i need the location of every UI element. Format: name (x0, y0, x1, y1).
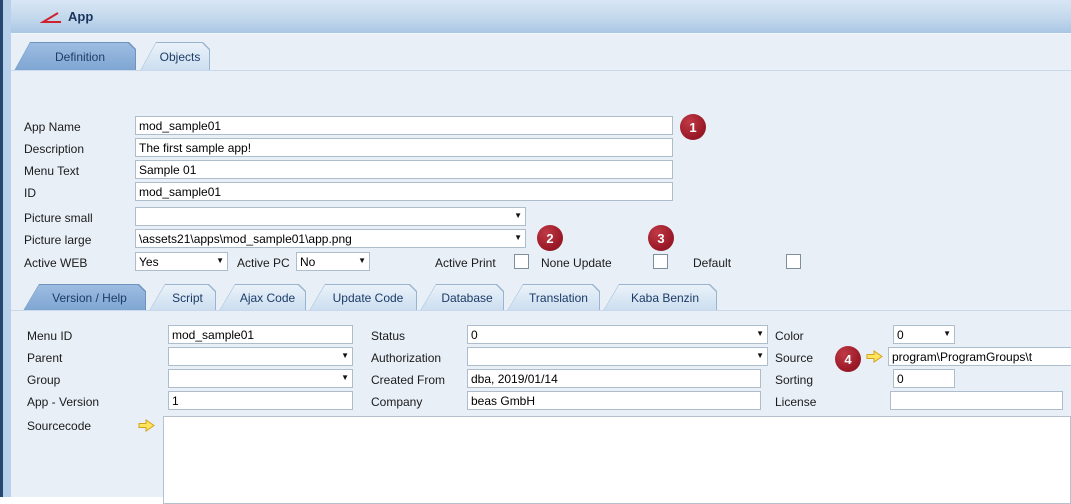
none-update-checkbox[interactable] (653, 254, 668, 269)
source-link-arrow-icon[interactable] (866, 350, 883, 363)
tab-label: Ajax Code (219, 284, 306, 311)
tab-label: Version / Help (23, 284, 146, 311)
color-label: Color (775, 329, 804, 343)
id-input[interactable]: mod_sample01 (135, 182, 673, 201)
active-pc-dropdown[interactable]: No ▼ (296, 252, 370, 271)
chevron-down-icon: ▼ (216, 257, 224, 265)
none-update-label: None Update (541, 256, 612, 270)
app-version-input[interactable]: 1 (168, 391, 353, 410)
tab-label: Kaba Benzin (603, 284, 717, 311)
window-left-border-highlight (3, 0, 11, 497)
license-label: License (775, 395, 816, 409)
status-dropdown[interactable]: 0 ▼ (467, 325, 768, 344)
active-web-value: Yes (139, 255, 159, 269)
annotation-badge-4: 4 (835, 346, 861, 372)
chevron-down-icon: ▼ (341, 374, 349, 382)
main-tab-strip: Definition Objects (14, 42, 210, 71)
tab-label: Objects (140, 42, 210, 71)
default-label: Default (693, 256, 731, 270)
active-pc-value: No (300, 255, 315, 269)
source-input[interactable]: program\ProgramGroups\t (888, 347, 1071, 366)
tab-kaba-benzin[interactable]: Kaba Benzin (603, 284, 717, 311)
tab-translation[interactable]: Translation (507, 284, 600, 311)
title-bar[interactable] (0, 0, 1071, 34)
tab-script[interactable]: Script (149, 284, 216, 311)
menu-id-input[interactable]: mod_sample01 (168, 325, 353, 344)
sourcecode-textarea[interactable] (163, 416, 1071, 504)
chevron-down-icon: ▼ (358, 257, 366, 265)
active-print-label: Active Print (435, 256, 496, 270)
source-label: Source (775, 351, 813, 365)
app-window: App Definition Objects App Name mod_samp… (0, 0, 1071, 504)
chevron-down-icon: ▼ (514, 212, 522, 220)
status-label: Status (371, 329, 405, 343)
tab-label: Update Code (309, 284, 417, 311)
picture-large-dropdown[interactable]: \assets21\apps\mod_sample01\app.png ▼ (135, 229, 526, 248)
chevron-down-icon: ▼ (514, 234, 522, 242)
chevron-down-icon: ▼ (341, 352, 349, 360)
tab-label: Definition (14, 42, 136, 71)
color-value: 0 (897, 328, 904, 342)
color-dropdown[interactable]: 0 ▼ (893, 325, 955, 344)
chevron-down-icon: ▼ (943, 330, 951, 338)
active-pc-label: Active PC (237, 256, 290, 270)
menu-text-input[interactable]: Sample 01 (135, 160, 673, 179)
tab-objects[interactable]: Objects (140, 42, 210, 71)
beas-logo-icon (40, 10, 64, 26)
description-input[interactable]: The first sample app! (135, 138, 673, 157)
tab-database[interactable]: Database (420, 284, 504, 311)
sub-tab-strip: Version / Help Script Ajax Code Update C… (23, 284, 717, 311)
sorting-label: Sorting (775, 373, 813, 387)
tab-definition[interactable]: Definition (14, 42, 136, 71)
annotation-badge-3: 3 (648, 225, 674, 251)
id-label: ID (24, 186, 36, 200)
sourcecode-link-arrow-icon[interactable] (138, 419, 155, 432)
sourcecode-label: Sourcecode (27, 419, 91, 433)
annotation-badge-2: 2 (537, 225, 563, 251)
app-name-label: App Name (24, 120, 81, 134)
parent-dropdown[interactable]: ▼ (168, 347, 353, 366)
company-label: Company (371, 395, 422, 409)
authorization-label: Authorization (371, 351, 441, 365)
menu-id-label: Menu ID (27, 329, 72, 343)
tab-label: Database (420, 284, 504, 311)
group-label: Group (27, 373, 60, 387)
picture-small-label: Picture small (24, 211, 93, 225)
window-title: App (68, 9, 93, 24)
tab-version-help[interactable]: Version / Help (23, 284, 146, 311)
default-checkbox[interactable] (786, 254, 801, 269)
tab-label: Translation (507, 284, 600, 311)
picture-large-value: \assets21\apps\mod_sample01\app.png (139, 232, 352, 246)
created-from-input[interactable]: dba, 2019/01/14 (467, 369, 761, 388)
group-dropdown[interactable]: ▼ (168, 369, 353, 388)
chevron-down-icon: ▼ (756, 330, 764, 338)
authorization-dropdown[interactable]: ▼ (467, 347, 768, 366)
license-input[interactable] (890, 391, 1063, 410)
created-from-label: Created From (371, 373, 445, 387)
picture-large-label: Picture large (24, 233, 91, 247)
tab-label: Script (149, 284, 216, 311)
tab-ajax-code[interactable]: Ajax Code (219, 284, 306, 311)
description-label: Description (24, 142, 84, 156)
chevron-down-icon: ▼ (756, 352, 764, 360)
parent-label: Parent (27, 351, 62, 365)
app-version-label: App - Version (27, 395, 99, 409)
app-name-input[interactable]: mod_sample01 (135, 116, 673, 135)
picture-small-dropdown[interactable]: ▼ (135, 207, 526, 226)
menu-text-label: Menu Text (24, 164, 79, 178)
active-web-label: Active WEB (24, 256, 87, 270)
status-value: 0 (471, 328, 478, 342)
company-input[interactable]: beas GmbH (467, 391, 761, 410)
annotation-badge-1: 1 (680, 114, 706, 140)
active-print-checkbox[interactable] (514, 254, 529, 269)
sorting-input[interactable]: 0 (893, 369, 955, 388)
tab-update-code[interactable]: Update Code (309, 284, 417, 311)
active-web-dropdown[interactable]: Yes ▼ (135, 252, 228, 271)
